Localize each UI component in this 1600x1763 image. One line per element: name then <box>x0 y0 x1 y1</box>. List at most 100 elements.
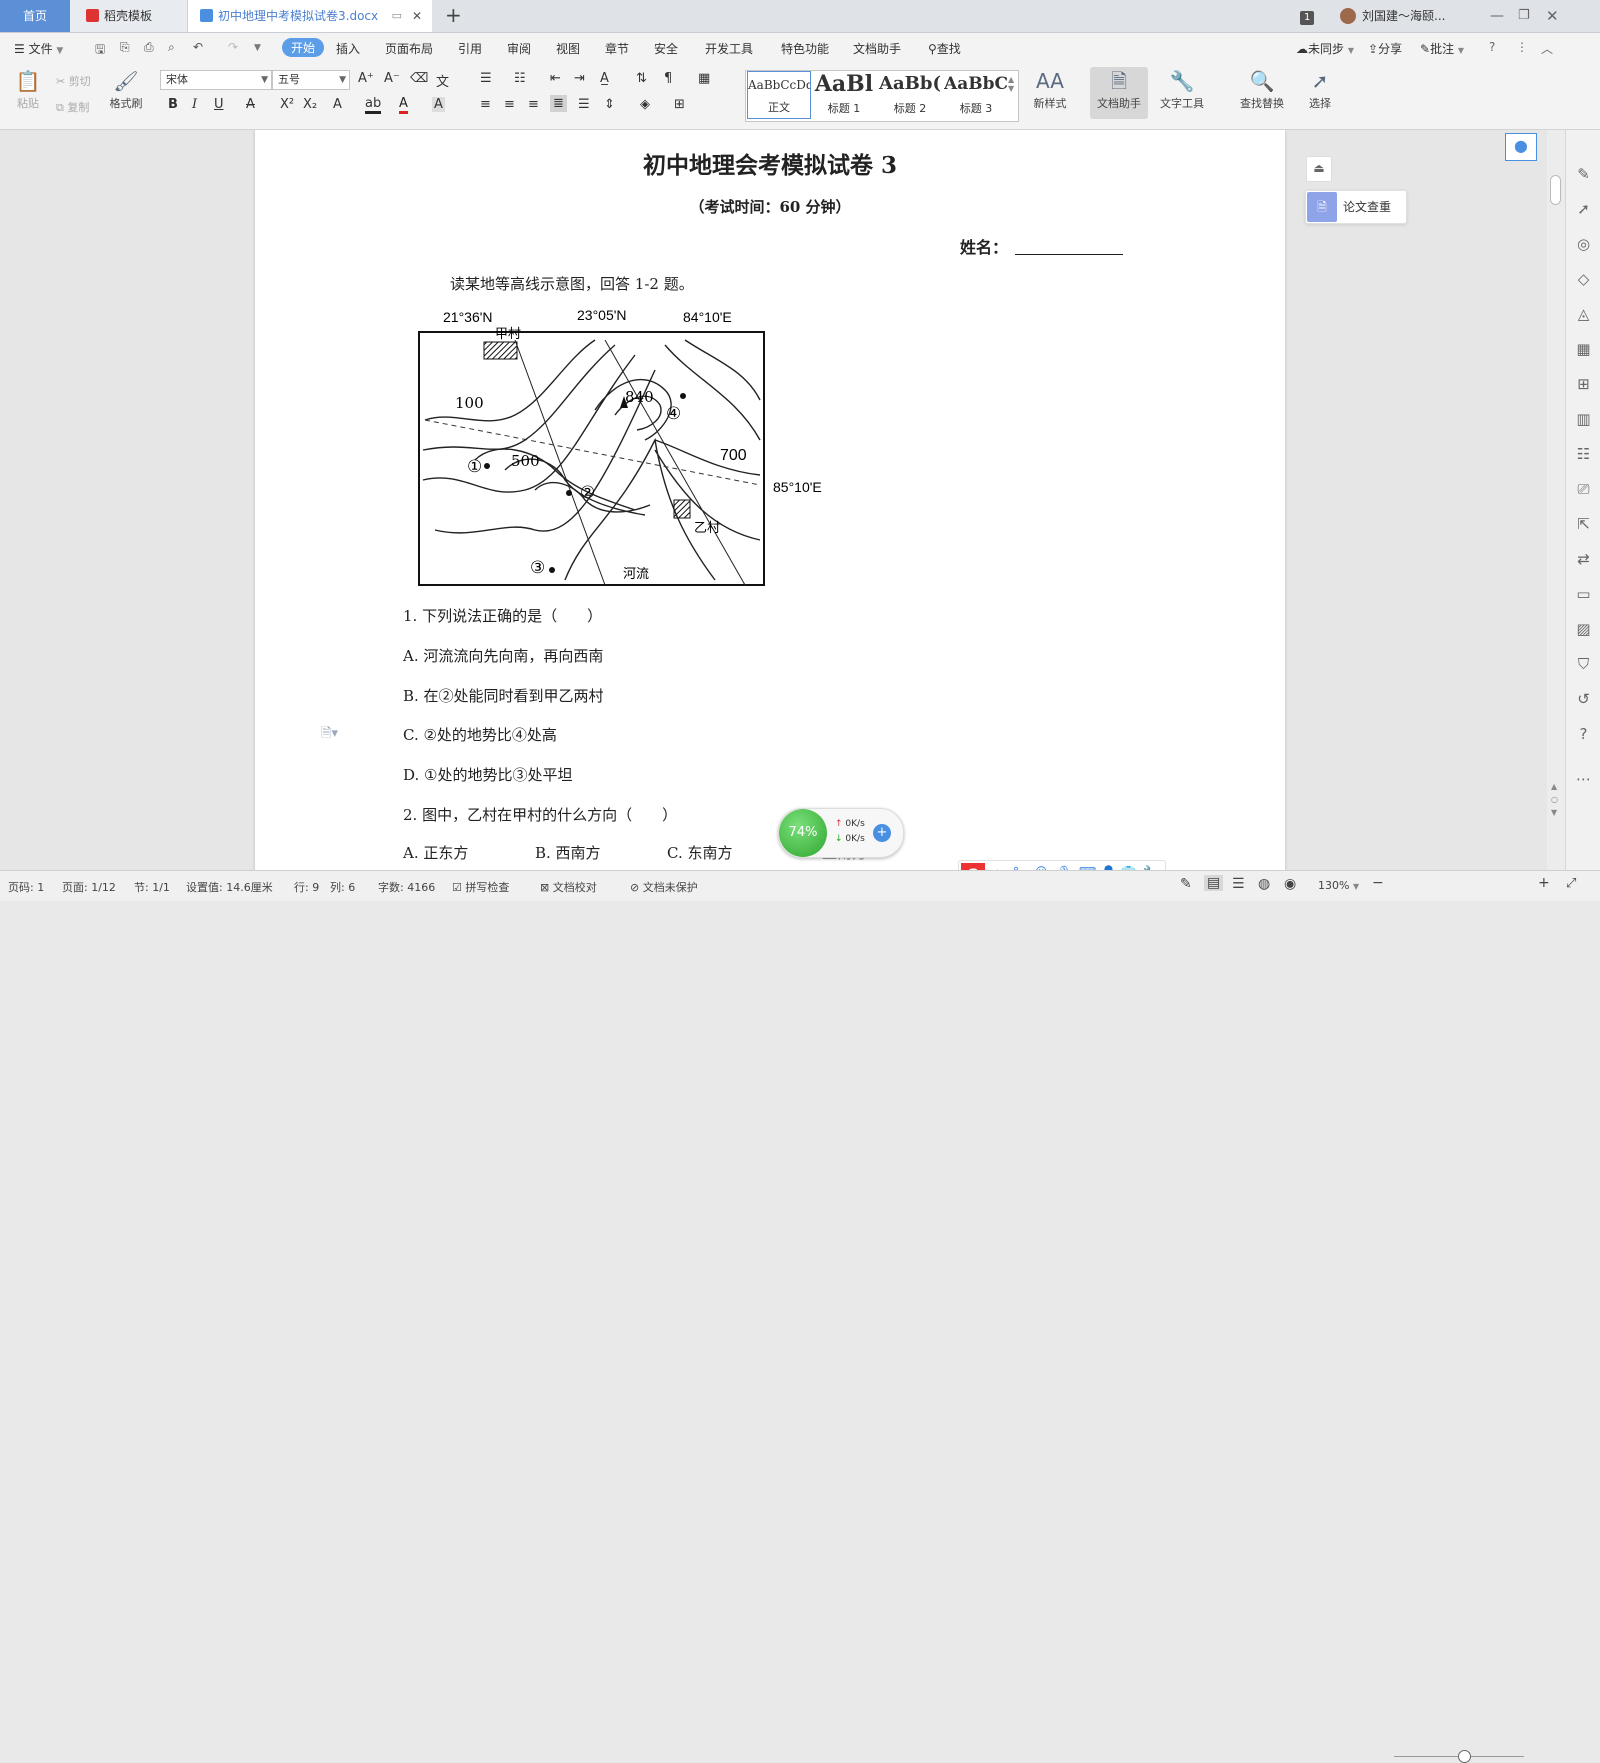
decrease-indent-icon[interactable]: ⇤ <box>550 71 561 86</box>
customize-toolbar-icon[interactable]: ▼ <box>254 43 261 53</box>
add-icon[interactable]: + <box>873 824 891 842</box>
pen-icon[interactable]: ✎ <box>1566 165 1600 183</box>
strikethrough-icon[interactable]: A <box>246 97 255 112</box>
help-icon[interactable]: ? <box>1489 40 1495 54</box>
thesis-check-button[interactable]: 🗎 论文查重 <box>1305 190 1407 224</box>
clear-format-icon[interactable]: ⌫ <box>410 71 428 86</box>
style-heading-1[interactable]: AaBl 标题 1 <box>812 71 876 119</box>
format-painter-button[interactable]: 🖌 格式刷 <box>106 67 146 111</box>
more-icon[interactable]: ⋮ <box>1516 40 1528 54</box>
help-circle-icon[interactable]: ? <box>1566 725 1600 743</box>
status-section[interactable]: 节: 1/1 <box>134 879 170 895</box>
user-account[interactable]: 刘国建～海颐... <box>1340 0 1445 32</box>
pointer-icon[interactable]: ➚ <box>1566 200 1600 218</box>
style-heading-3[interactable]: AaBbC 标题 3 <box>944 71 1008 119</box>
layers-icon[interactable]: ◬ <box>1566 305 1600 323</box>
menu-start[interactable]: 开始 <box>282 38 325 57</box>
zoom-out-icon[interactable]: − <box>1372 875 1384 891</box>
select-button[interactable]: ➚ 选择 <box>1300 67 1340 111</box>
archive-icon[interactable]: ▭ <box>1566 585 1600 603</box>
underline-icon[interactable]: U <box>214 97 224 112</box>
pen-mode-icon[interactable]: ✎ <box>1180 876 1192 892</box>
eye-protection-icon[interactable]: ◉ <box>1284 876 1296 892</box>
doc-helper-button[interactable]: 🗎 文档助手 <box>1090 67 1148 119</box>
tab-templates[interactable]: 稻壳模板 <box>70 0 188 32</box>
collapse-panel-icon[interactable]: ⏏ <box>1306 156 1332 182</box>
close-window-icon[interactable]: ✕ <box>1546 0 1559 32</box>
shading-icon[interactable]: ◈ <box>640 97 650 112</box>
table-layout-icon[interactable]: ▦ <box>698 71 710 86</box>
status-page-number[interactable]: 页码: 1 <box>8 879 44 895</box>
font-color-icon[interactable]: A <box>399 97 408 114</box>
status-pages[interactable]: 页面: 1/12 <box>62 879 116 895</box>
target-icon[interactable]: ◎ <box>1566 235 1600 253</box>
menu-security[interactable]: 安全 <box>654 40 678 57</box>
page-view-icon[interactable]: ▤ <box>1204 875 1224 891</box>
shield-icon[interactable]: ⛉ <box>1566 655 1600 673</box>
cut-button[interactable]: ✂ 剪切 <box>56 73 91 89</box>
print-preview-icon[interactable]: ⌕ <box>168 40 175 55</box>
grow-font-icon[interactable]: A⁺ <box>358 71 374 86</box>
file-menu[interactable]: ☰ 文件 ▼ <box>14 40 63 57</box>
text-effect-icon[interactable]: A <box>333 97 342 112</box>
share-button[interactable]: ⇪分享 <box>1368 40 1402 57</box>
zoom-slider-thumb[interactable] <box>1458 1750 1471 1763</box>
phonetic-guide-icon[interactable]: 文 <box>436 71 449 90</box>
align-center-icon[interactable]: ≡ <box>504 97 515 112</box>
vertical-scrollbar[interactable]: ▲ ○ ▼ <box>1547 130 1565 870</box>
settings-sliders-icon[interactable]: ☷ <box>1566 445 1600 463</box>
outline-view-icon[interactable]: ☰ <box>1232 876 1245 892</box>
align-left-icon[interactable]: ≡ <box>480 97 491 112</box>
fullscreen-icon[interactable]: ⤢ <box>1566 876 1576 891</box>
justify-icon[interactable]: ≣ <box>550 95 567 112</box>
style-heading-2[interactable]: AaBb( 标题 2 <box>878 71 942 119</box>
sort-icon[interactable]: ⇅ <box>636 71 647 86</box>
window-count-badge[interactable]: 1 <box>1300 0 1315 32</box>
shrink-font-icon[interactable]: A⁻ <box>384 71 400 86</box>
font-size-select[interactable]: 五号 ▼ <box>272 70 350 90</box>
grid-icon[interactable]: ⊞ <box>1566 375 1600 393</box>
zoom-in-icon[interactable]: + <box>1538 875 1550 891</box>
menu-references[interactable]: 引用 <box>458 40 482 57</box>
gallery-scroll-icon[interactable]: ▲ ▼ <box>1008 75 1014 93</box>
show-marks-icon[interactable]: ¶ <box>664 71 672 86</box>
document-page[interactable]: 初中地理会考模拟试卷 3 （考试时间：60 分钟） 姓名： 读某地等高线示意图，… <box>255 130 1285 870</box>
bold-icon[interactable]: B <box>168 97 178 112</box>
page-nav-icon[interactable]: ▲ ○ ▼ <box>1551 780 1558 819</box>
table-icon[interactable]: ▦ <box>1566 340 1600 358</box>
more-dots-icon[interactable]: ⋯ <box>1566 770 1600 788</box>
export-pdf-icon[interactable]: ⎘ <box>120 40 130 55</box>
export-icon[interactable]: ⇱ <box>1566 515 1600 533</box>
location-pin-icon[interactable]: ⬤ <box>1505 133 1537 161</box>
italic-icon[interactable]: I <box>192 97 197 112</box>
translate-icon[interactable]: ⇄ <box>1566 550 1600 568</box>
text-tools-button[interactable]: 🔧 文字工具 <box>1152 67 1212 111</box>
line-spacing-icon[interactable]: ⇕ <box>604 97 615 112</box>
tab-home[interactable]: 首页 <box>0 0 70 32</box>
bullet-list-icon[interactable]: ☰ <box>480 71 492 86</box>
spell-check-button[interactable]: ☑ 拼写检查 <box>452 879 509 895</box>
redo-icon[interactable]: ↷ <box>228 40 238 54</box>
menu-doc-assistant[interactable]: 文档助手 <box>853 40 901 57</box>
font-name-select[interactable]: 宋体 ▼ <box>160 70 272 90</box>
align-right-icon[interactable]: ≡ <box>528 97 539 112</box>
new-tab-icon[interactable]: + <box>445 0 462 30</box>
paragraph-menu-icon[interactable]: 🗎▾ <box>321 724 338 746</box>
distribute-icon[interactable]: ☰ <box>578 97 590 112</box>
copy-button[interactable]: ⧉ 复制 <box>56 99 89 115</box>
find-replace-button[interactable]: 🔍 查找替换 <box>1232 67 1292 111</box>
print-icon[interactable]: ⎙ <box>144 40 154 55</box>
shapes-icon[interactable]: ◇ <box>1566 270 1600 288</box>
increase-indent-icon[interactable]: ⇥ <box>574 71 585 86</box>
borders-icon[interactable]: ⊞ <box>674 97 685 112</box>
scroll-thumb[interactable] <box>1550 175 1561 205</box>
web-view-icon[interactable]: ◍ <box>1258 876 1270 892</box>
chinese-layout-icon[interactable]: A̲ <box>600 71 609 86</box>
superscript-icon[interactable]: X² <box>280 97 294 112</box>
doc-protection-status[interactable]: ⊘ 文档未保护 <box>630 879 698 895</box>
network-speed-widget[interactable]: 74% ↑ 0K/s ↓ 0K/s + <box>778 808 904 858</box>
sync-status[interactable]: ☁未同步 ▼ <box>1296 40 1354 57</box>
restore-icon[interactable]: ❐ <box>1518 0 1530 32</box>
menu-review[interactable]: 审阅 <box>507 40 531 57</box>
menu-view[interactable]: 视图 <box>556 40 580 57</box>
